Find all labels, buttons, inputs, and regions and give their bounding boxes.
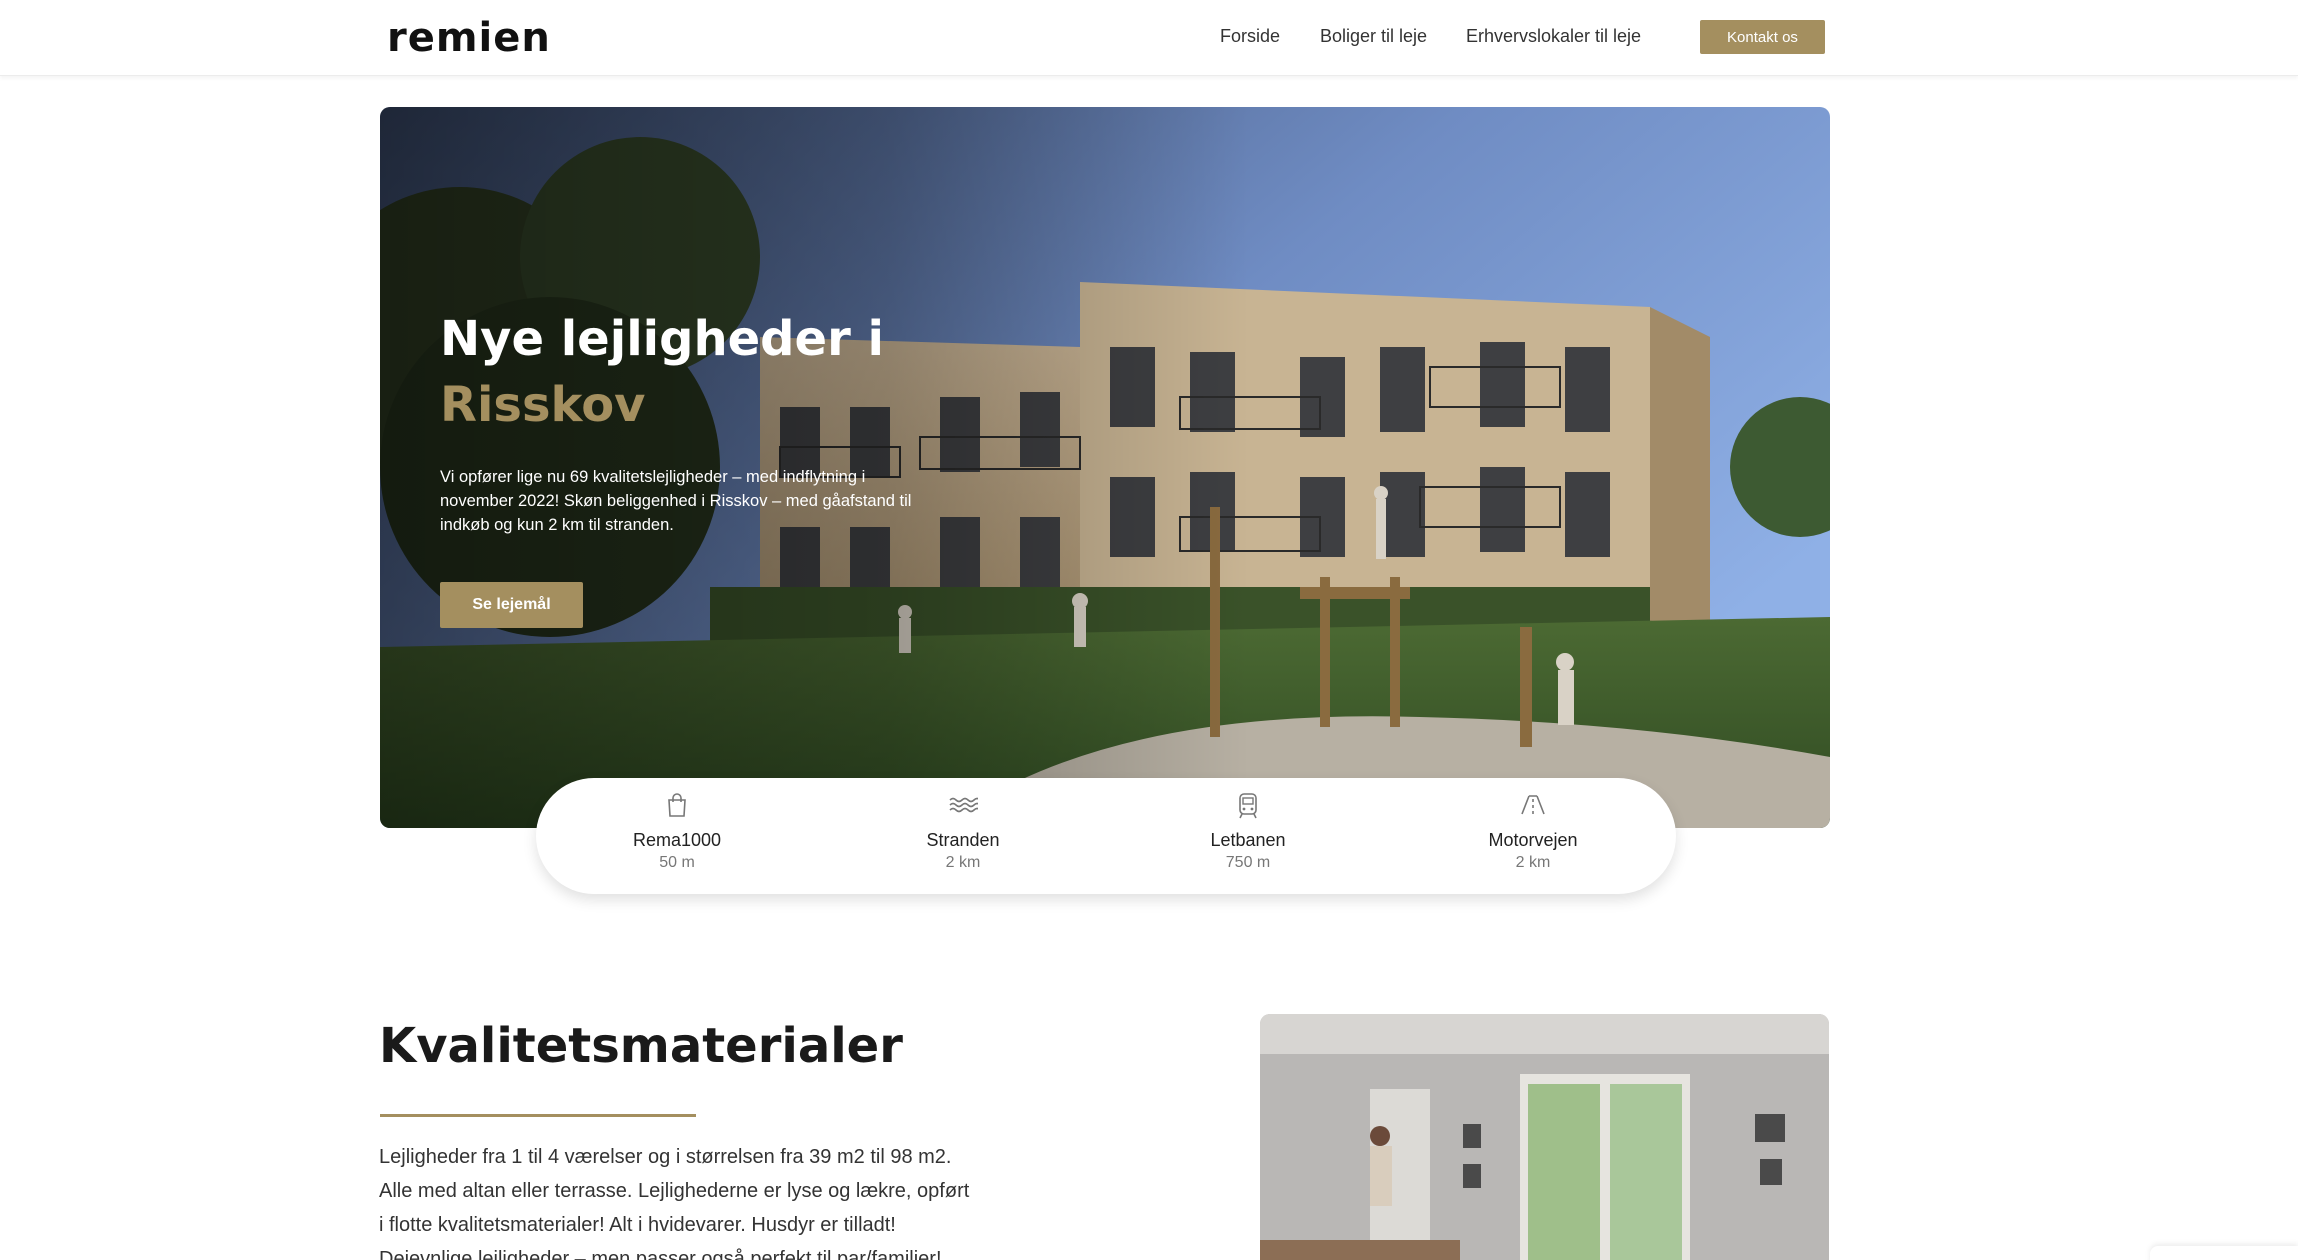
section-divider [380, 1114, 696, 1117]
section-title: Kvalitetsmaterialer [379, 1018, 903, 1074]
shopping-bag-icon [668, 793, 686, 817]
nav-boliger-til-leje[interactable]: Boliger til leje [1320, 24, 1427, 48]
section-text: Lejligheder fra 1 til 4 værelser og i st… [379, 1146, 970, 1260]
distance-value: 2 km [1515, 854, 1551, 871]
distance-value: 750 m [1225, 854, 1271, 871]
hero-title-location: Risskov [440, 377, 646, 433]
nav-forside[interactable]: Forside [1220, 24, 1280, 48]
distances-card: Rema1000 50 m Stranden 2 km Letbanen 750… [536, 778, 1676, 894]
distance-name: Motorvejen [1488, 830, 1578, 850]
apartment-interior-image [1260, 1014, 1829, 1260]
distance-item-stranden: Stranden 2 km [863, 790, 1063, 873]
road-icon [1521, 795, 1545, 815]
distance-name: Rema1000 [632, 830, 722, 850]
nav-erhvervslokaler-til-leje[interactable]: Erhvervslokaler til leje [1466, 24, 1641, 48]
corner-widget-tab[interactable] [2150, 1246, 2298, 1260]
distance-value: 2 km [945, 854, 981, 871]
distance-name: Stranden [926, 830, 1000, 850]
waves-icon [949, 797, 978, 813]
site-header: remien Forside Boliger til leje Erhvervs… [0, 0, 2298, 76]
distance-item-rema1000: Rema1000 50 m [577, 790, 777, 873]
distance-name: Letbanen [1210, 830, 1286, 850]
logo[interactable]: remien [387, 12, 551, 64]
distance-item-letbanen: Letbanen 750 m [1148, 790, 1348, 873]
hero-title: Nye lejligheder i [440, 311, 884, 367]
contact-button[interactable]: Kontakt os [1700, 20, 1825, 54]
distance-item-motorvejen: Motorvejen 2 km [1433, 790, 1633, 873]
train-icon [1239, 793, 1257, 819]
see-listings-button[interactable]: Se lejemål [440, 582, 583, 628]
hero-description: Vi opfører lige nu 69 kvalitetslejlighed… [440, 468, 912, 534]
distance-value: 50 m [659, 854, 695, 871]
hero-banner: Nye lejligheder i Risskov Vi opfører lig… [380, 107, 1830, 828]
